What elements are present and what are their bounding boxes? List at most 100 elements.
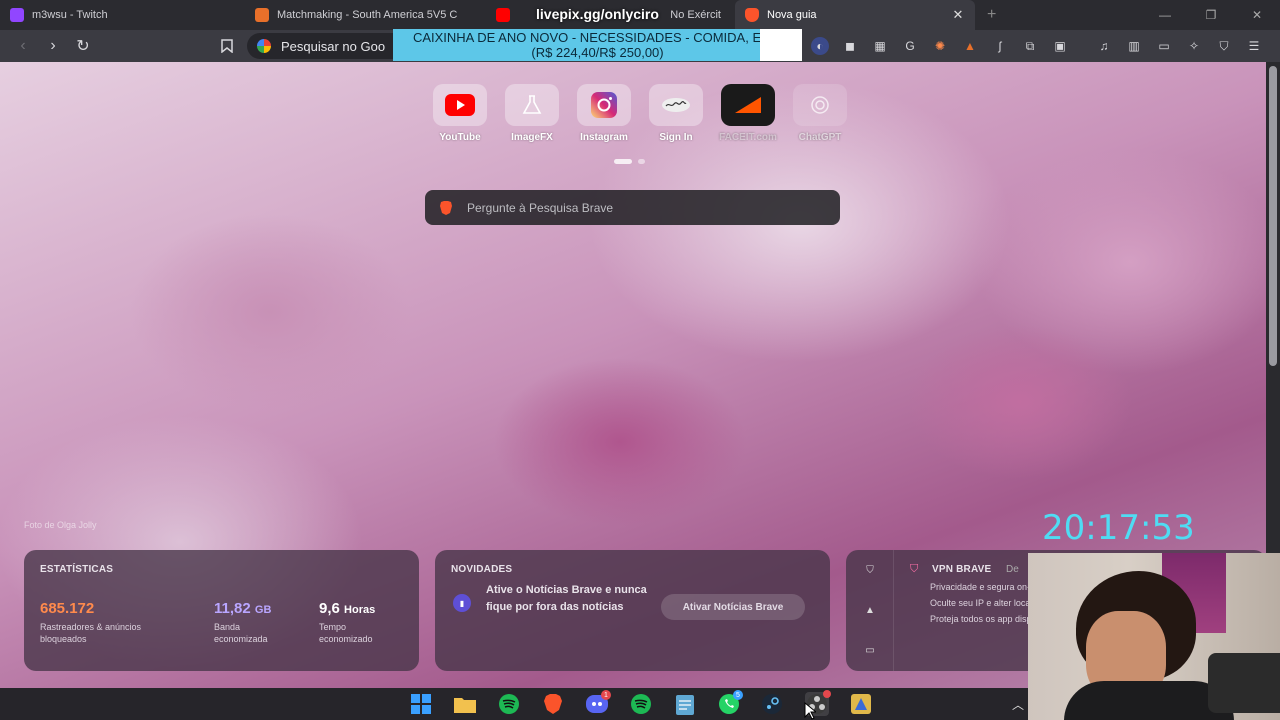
openai-icon [793,84,847,126]
tab-new-tab[interactable]: Nova guia ✕ [735,0,975,30]
shield-icon[interactable]: ⛉ [863,565,877,577]
widget-title: NOVIDADES [451,564,513,575]
widget-switcher: ⛉ ▲ ▭ [846,550,894,671]
stat-value: 685.172 [40,600,95,617]
top-site-youtube[interactable]: YouTube [424,84,496,143]
taskbar-file-explorer[interactable] [453,692,477,716]
back-button[interactable]: ‹ [8,31,38,61]
top-site-label: ImageFX [511,132,553,143]
top-site-instagram[interactable]: Instagram [568,84,640,143]
folder-icon [454,698,476,713]
scrollbar-thumb[interactable] [1269,66,1277,366]
search-box[interactable]: Pergunte à Pesquisa Brave [425,190,840,225]
leo-ai-icon[interactable]: ✧ [1182,34,1206,58]
tab-title: m3wsu - Twitch [32,9,108,21]
cat-extension-icon[interactable]: ◼ [838,34,862,58]
windows-icon [411,694,431,714]
donation-goal-overlay: CAIXINHA DE ANO NOVO - NECESSIDADES - CO… [393,29,802,61]
menu-icon[interactable]: ☰ [1242,34,1266,58]
spotify-icon [499,694,519,714]
top-sites-pager[interactable] [614,159,645,164]
top-site-label: YouTube [439,132,481,143]
pager-dot-active[interactable] [614,159,632,164]
forward-button[interactable]: › [38,31,68,61]
news-icon: ▮ [453,594,471,612]
fox-extension-icon[interactable]: ▲ [958,34,982,58]
youtube-icon [496,8,510,22]
taskbar-app[interactable] [849,692,873,716]
activate-news-button[interactable]: Ativar Notícias Brave [661,594,805,620]
news-widget: NOVIDADES ▮ Ative o Notícias Brave e nun… [435,550,830,671]
taskbar-spotify[interactable] [497,692,521,716]
headset [1208,653,1280,713]
tab-title: Nova guia [767,9,817,21]
maximize-button[interactable]: ❐ [1188,0,1234,30]
news-description: Ative o Notícias Brave e nunca fique por… [486,584,647,613]
stat-blocked: 685.172 Rastreadores & anúncios bloqueado… [40,600,141,645]
recording-dot [823,690,831,698]
top-site-imagefx[interactable]: ImageFX [496,84,568,143]
extensions-area: ◐ ◼ ▦ G ✺ ▲ ʃ ⧉ ▣ ♫ ▥ ▭ ✧ ⛉ ☰ [808,30,1266,62]
stat-bandwidth: 11,82 GB Banda economizada [214,600,271,645]
card-icon[interactable]: ▭ [863,645,877,657]
vpn-extra-label: De [1006,564,1019,575]
pager-dot[interactable] [638,159,645,164]
sun-extension-icon[interactable]: ✺ [928,34,952,58]
youtube-icon [433,84,487,126]
reload-button[interactable]: ↻ [68,31,98,61]
search-input[interactable]: Pergunte à Pesquisa Brave [467,201,613,215]
donation-title: CAIXINHA DE ANO NOVO - NECESSIDADES - CO… [412,30,783,45]
signature-icon [649,84,703,126]
notification-badge: 1 [601,690,611,700]
top-site-label: Instagram [580,132,628,143]
faceit-icon [721,84,775,126]
photo-credit[interactable]: Foto de Olga Jolly [24,520,97,530]
stat-description: Tempo economizado [319,622,373,644]
puzzle-icon[interactable]: ⧉ [1018,34,1042,58]
close-icon[interactable]: ✕ [951,7,965,23]
tab-faceit[interactable]: Matchmaking - South America 5V5 C [245,0,490,30]
top-sites: YouTube ImageFX Instagram Sign In FACEIT… [424,84,856,143]
grid-extension-icon[interactable]: ▦ [868,34,892,58]
instagram-icon [577,84,631,126]
top-site-label: ChatGPT [798,132,842,143]
notification-badge: 5 [733,690,743,700]
faceit-icon [255,8,269,22]
grammarly-icon[interactable]: G [898,34,922,58]
taskbar-spotify-2[interactable] [629,692,653,716]
spotify-icon [631,694,651,714]
top-site-sign-in[interactable]: Sign In [640,84,712,143]
taskbar-notepad[interactable] [673,692,697,716]
address-input[interactable]: Pesquisar no Goo [281,39,385,54]
stream-link-overlay: livepix.gg/onlyciro [536,6,659,22]
tray-overflow-chevron-icon[interactable]: ︿ [1012,696,1024,713]
notepad-icon [676,695,694,715]
minimize-button[interactable]: — [1142,0,1188,30]
top-site-chatgpt[interactable]: ChatGPT [784,84,856,143]
sidebar-icon[interactable]: ▥ [1122,34,1146,58]
windows-start-button[interactable] [409,692,433,716]
brave-lion-icon [745,8,759,22]
stat-time: 9,6 Horas Tempo economizado [319,600,375,645]
stat-value: 9,6 Horas [319,600,376,617]
top-site-faceit[interactable]: FACEIT.com [712,84,784,143]
window-controls: — ❐ ✕ [1142,0,1280,30]
bookmark-icon[interactable] [212,31,242,61]
stat-value: 11,82 GB [214,600,272,617]
script-extension-icon[interactable]: ʃ [988,34,1012,58]
brave-shields-icon[interactable]: ⛉ [1212,34,1236,58]
vpn-shield-icon[interactable]: ◐ [811,37,829,55]
taskbar-steam[interactable] [760,692,784,716]
screenshot-icon[interactable]: ▣ [1048,34,1072,58]
close-window-button[interactable]: ✕ [1234,0,1280,30]
top-site-label: Sign In [659,132,693,143]
tab-twitch[interactable]: m3wsu - Twitch [0,0,245,30]
taskbar-discord[interactable]: 1 [585,690,611,716]
taskbar-brave[interactable] [541,692,565,716]
new-tab-button[interactable]: + [987,6,996,24]
music-icon[interactable]: ♫ [1092,34,1116,58]
wallet-icon[interactable]: ▭ [1152,34,1176,58]
taskbar-whatsapp[interactable]: 5 [717,690,743,716]
rewards-triangle-icon[interactable]: ▲ [863,605,877,617]
mouse-cursor-icon [804,702,816,720]
